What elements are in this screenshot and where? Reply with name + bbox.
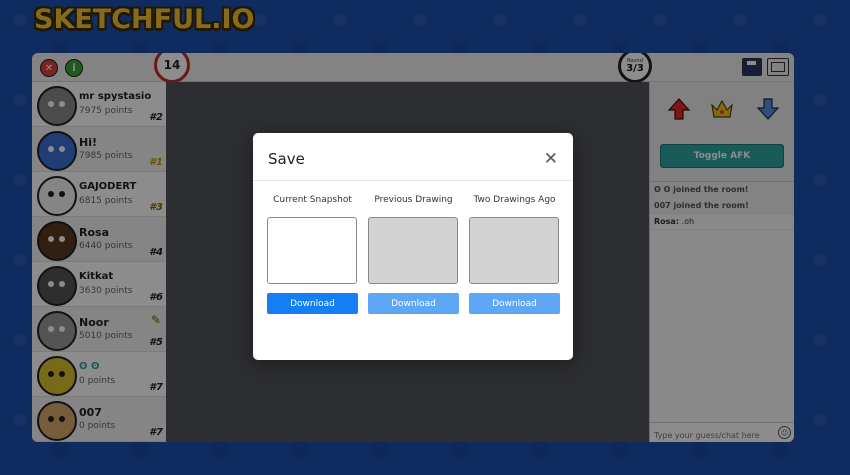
two-drawings-ago-column: Two Drawings Ago Download (469, 195, 560, 314)
dialog-title: Save (268, 150, 305, 168)
snapshot-preview (267, 217, 357, 284)
save-dialog: Save ✕ Current Snapshot Download Previou… (253, 133, 573, 360)
previous-drawing-label: Previous Drawing (374, 195, 453, 205)
snapshot-column: Current Snapshot Download (267, 195, 358, 314)
two-drawings-ago-preview (469, 217, 559, 284)
download-button[interactable]: Download (267, 293, 358, 314)
download-button[interactable]: Download (469, 293, 560, 314)
previous-drawing-column: Previous Drawing Download (368, 195, 459, 314)
divider (253, 180, 573, 181)
close-icon[interactable]: ✕ (544, 149, 558, 169)
download-button[interactable]: Download (368, 293, 459, 314)
previous-drawing-preview (368, 217, 458, 284)
snapshot-label: Current Snapshot (273, 195, 352, 205)
two-drawings-ago-label: Two Drawings Ago (473, 195, 556, 205)
